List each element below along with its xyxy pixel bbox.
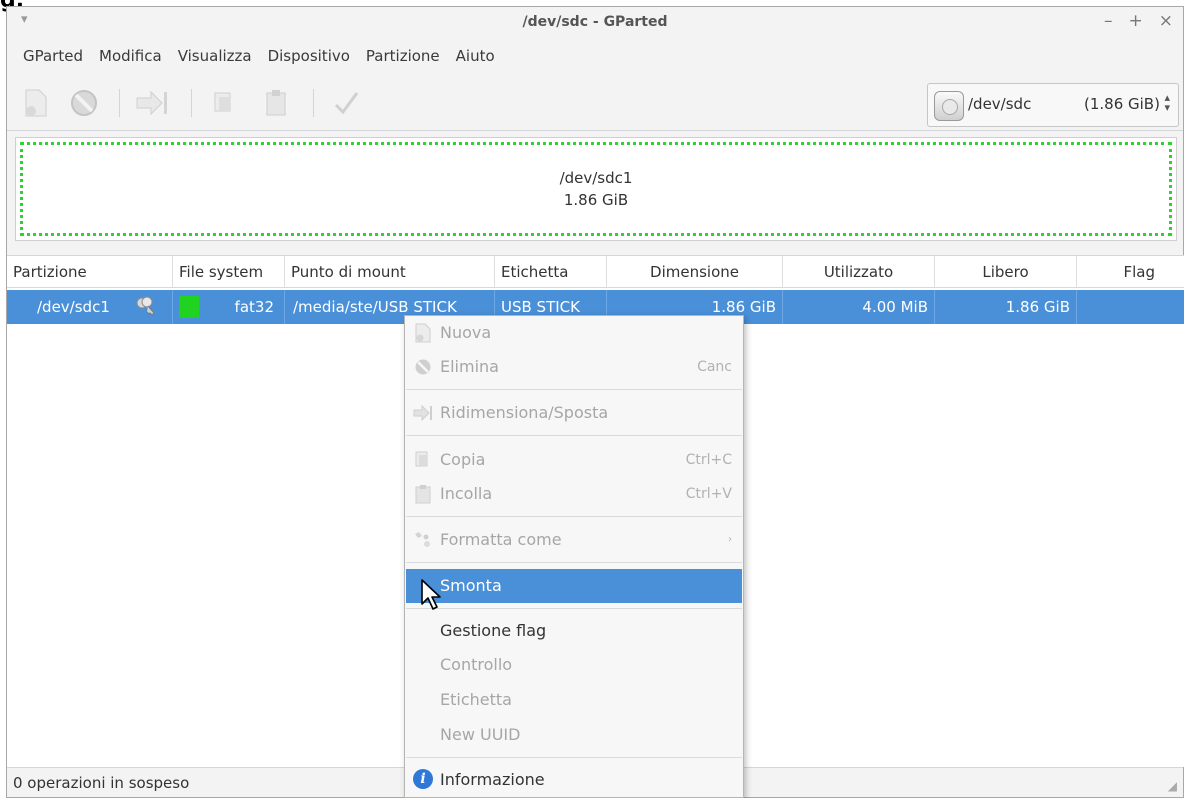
shortcut-label: Ctrl+V xyxy=(685,486,732,502)
menu-item-label: Gestione flag xyxy=(440,621,547,640)
menu-item-informazione[interactable]: i Informazione xyxy=(406,763,742,797)
menu-item-label: Smonta xyxy=(440,576,502,595)
menu-visualizza[interactable]: Visualizza xyxy=(170,45,260,73)
device-selector[interactable]: /dev/sdc (1.86 GiB) ▴ ▾ xyxy=(927,83,1179,127)
column-header-used[interactable]: Utilizzato xyxy=(783,256,935,288)
copy-icon xyxy=(413,451,433,469)
column-header-filesystem[interactable]: File system xyxy=(173,256,285,288)
new-partition-icon xyxy=(413,323,433,343)
column-header-label[interactable]: Etichetta xyxy=(495,256,607,288)
menu-item-label: New UUID xyxy=(440,725,521,744)
format-icon xyxy=(413,531,433,549)
resize-move-button[interactable] xyxy=(135,85,169,121)
minimize-button[interactable]: – xyxy=(1104,11,1113,31)
cell-flags xyxy=(1077,290,1184,324)
cell-filesystem: fat32 xyxy=(173,290,285,324)
maximize-button[interactable]: + xyxy=(1129,11,1143,31)
menu-gparted[interactable]: GParted xyxy=(15,45,91,73)
column-header-size[interactable]: Dimensione xyxy=(607,256,783,288)
resize-move-icon xyxy=(136,90,167,116)
submenu-arrow-icon: › xyxy=(728,534,732,545)
partition-graph-size: 1.86 GiB xyxy=(563,191,629,209)
menu-item-label: Copia xyxy=(440,450,486,469)
pending-operations-status: 0 operazioni in sospeso xyxy=(13,774,190,792)
key-icon xyxy=(136,296,155,316)
menu-item-incolla[interactable]: Incolla Ctrl+V xyxy=(406,477,742,511)
partition-block-sdc1[interactable]: /dev/sdc1 1.86 GiB xyxy=(20,142,1172,236)
copy-button[interactable] xyxy=(207,85,241,121)
column-header-free[interactable]: Libero xyxy=(935,256,1077,288)
partition-context-menu: Nuova Elimina Canc Ridimensiona/Sposta C… xyxy=(404,315,744,798)
apply-button[interactable] xyxy=(329,85,363,121)
menu-item-copia[interactable]: Copia Ctrl+C xyxy=(406,443,742,477)
resize-grip-icon[interactable]: ◢ xyxy=(1168,779,1177,793)
menu-partizione[interactable]: Partizione xyxy=(358,45,448,73)
close-button[interactable]: × xyxy=(1159,11,1173,31)
copy-icon xyxy=(214,92,231,112)
column-header-flag[interactable]: Flag xyxy=(1077,256,1184,288)
new-partition-button[interactable] xyxy=(19,85,53,121)
window-title: /dev/sdc - GParted xyxy=(522,14,668,30)
delete-icon xyxy=(413,358,433,376)
menu-item-ridimensiona-sposta[interactable]: Ridimensiona/Sposta xyxy=(406,396,742,430)
device-size: (1.86 GiB) xyxy=(1084,95,1160,113)
menu-aiuto[interactable]: Aiuto xyxy=(448,45,503,73)
menu-item-gestione-flag[interactable]: Gestione flag xyxy=(406,614,742,648)
menu-item-label: Ridimensiona/Sposta xyxy=(440,403,609,422)
menu-item-formatta-come[interactable]: Formatta come › xyxy=(406,523,742,557)
delete-button[interactable] xyxy=(67,85,101,121)
menu-item-smonta[interactable]: Smonta xyxy=(406,569,742,603)
cell-free: 1.86 GiB xyxy=(935,290,1077,324)
menu-item-label: Informazione xyxy=(440,770,545,789)
menu-item-label: Etichetta xyxy=(440,690,512,709)
menu-item-label: Nuova xyxy=(440,323,492,342)
shortcut-label: Ctrl+C xyxy=(685,452,732,468)
toolbar: /dev/sdc (1.86 GiB) ▴ ▾ xyxy=(7,79,1183,131)
column-header-partition[interactable]: Partizione xyxy=(7,256,173,288)
menu-dispositivo[interactable]: Dispositivo xyxy=(260,45,358,73)
paste-button[interactable] xyxy=(259,85,293,121)
spinner-arrows-icon: ▴ ▾ xyxy=(1164,91,1170,114)
menu-modifica[interactable]: Modifica xyxy=(91,45,170,73)
device-name: /dev/sdc xyxy=(968,95,1032,113)
partition-graph: /dev/sdc1 1.86 GiB xyxy=(15,137,1177,241)
column-header-mount-point[interactable]: Punto di mount xyxy=(285,256,495,288)
paste-icon xyxy=(413,485,433,504)
menu-item-label: Formatta come xyxy=(440,530,562,549)
table-header: Partizione File system Punto di mount Et… xyxy=(7,256,1184,288)
checkmark-icon xyxy=(334,92,359,115)
title-bar: ▾ /dev/sdc - GParted – + × xyxy=(7,7,1183,41)
menu-item-label: Incolla xyxy=(440,484,493,503)
menu-bar: GParted Modifica Visualizza Dispositivo … xyxy=(7,45,503,73)
shortcut-label: Canc xyxy=(697,359,732,375)
menu-item-label: Elimina xyxy=(440,357,499,376)
mouse-pointer-icon xyxy=(421,579,441,610)
resize-move-icon xyxy=(413,404,433,422)
drive-icon xyxy=(934,91,964,121)
partition-graph-name: /dev/sdc1 xyxy=(559,169,633,187)
menu-item-new-uuid[interactable]: New UUID xyxy=(406,718,742,752)
info-icon: i xyxy=(413,769,433,789)
menu-item-label: Controllo xyxy=(440,655,513,674)
paste-icon xyxy=(266,90,286,116)
menu-item-elimina[interactable]: Elimina Canc xyxy=(406,350,742,384)
menu-item-nuova[interactable]: Nuova xyxy=(406,316,742,350)
menu-item-controllo[interactable]: Controllo xyxy=(406,648,742,682)
delete-icon xyxy=(71,90,97,116)
new-partition-icon xyxy=(25,89,47,117)
cell-used: 4.00 MiB xyxy=(783,290,935,324)
menu-item-etichetta[interactable]: Etichetta xyxy=(406,683,742,717)
